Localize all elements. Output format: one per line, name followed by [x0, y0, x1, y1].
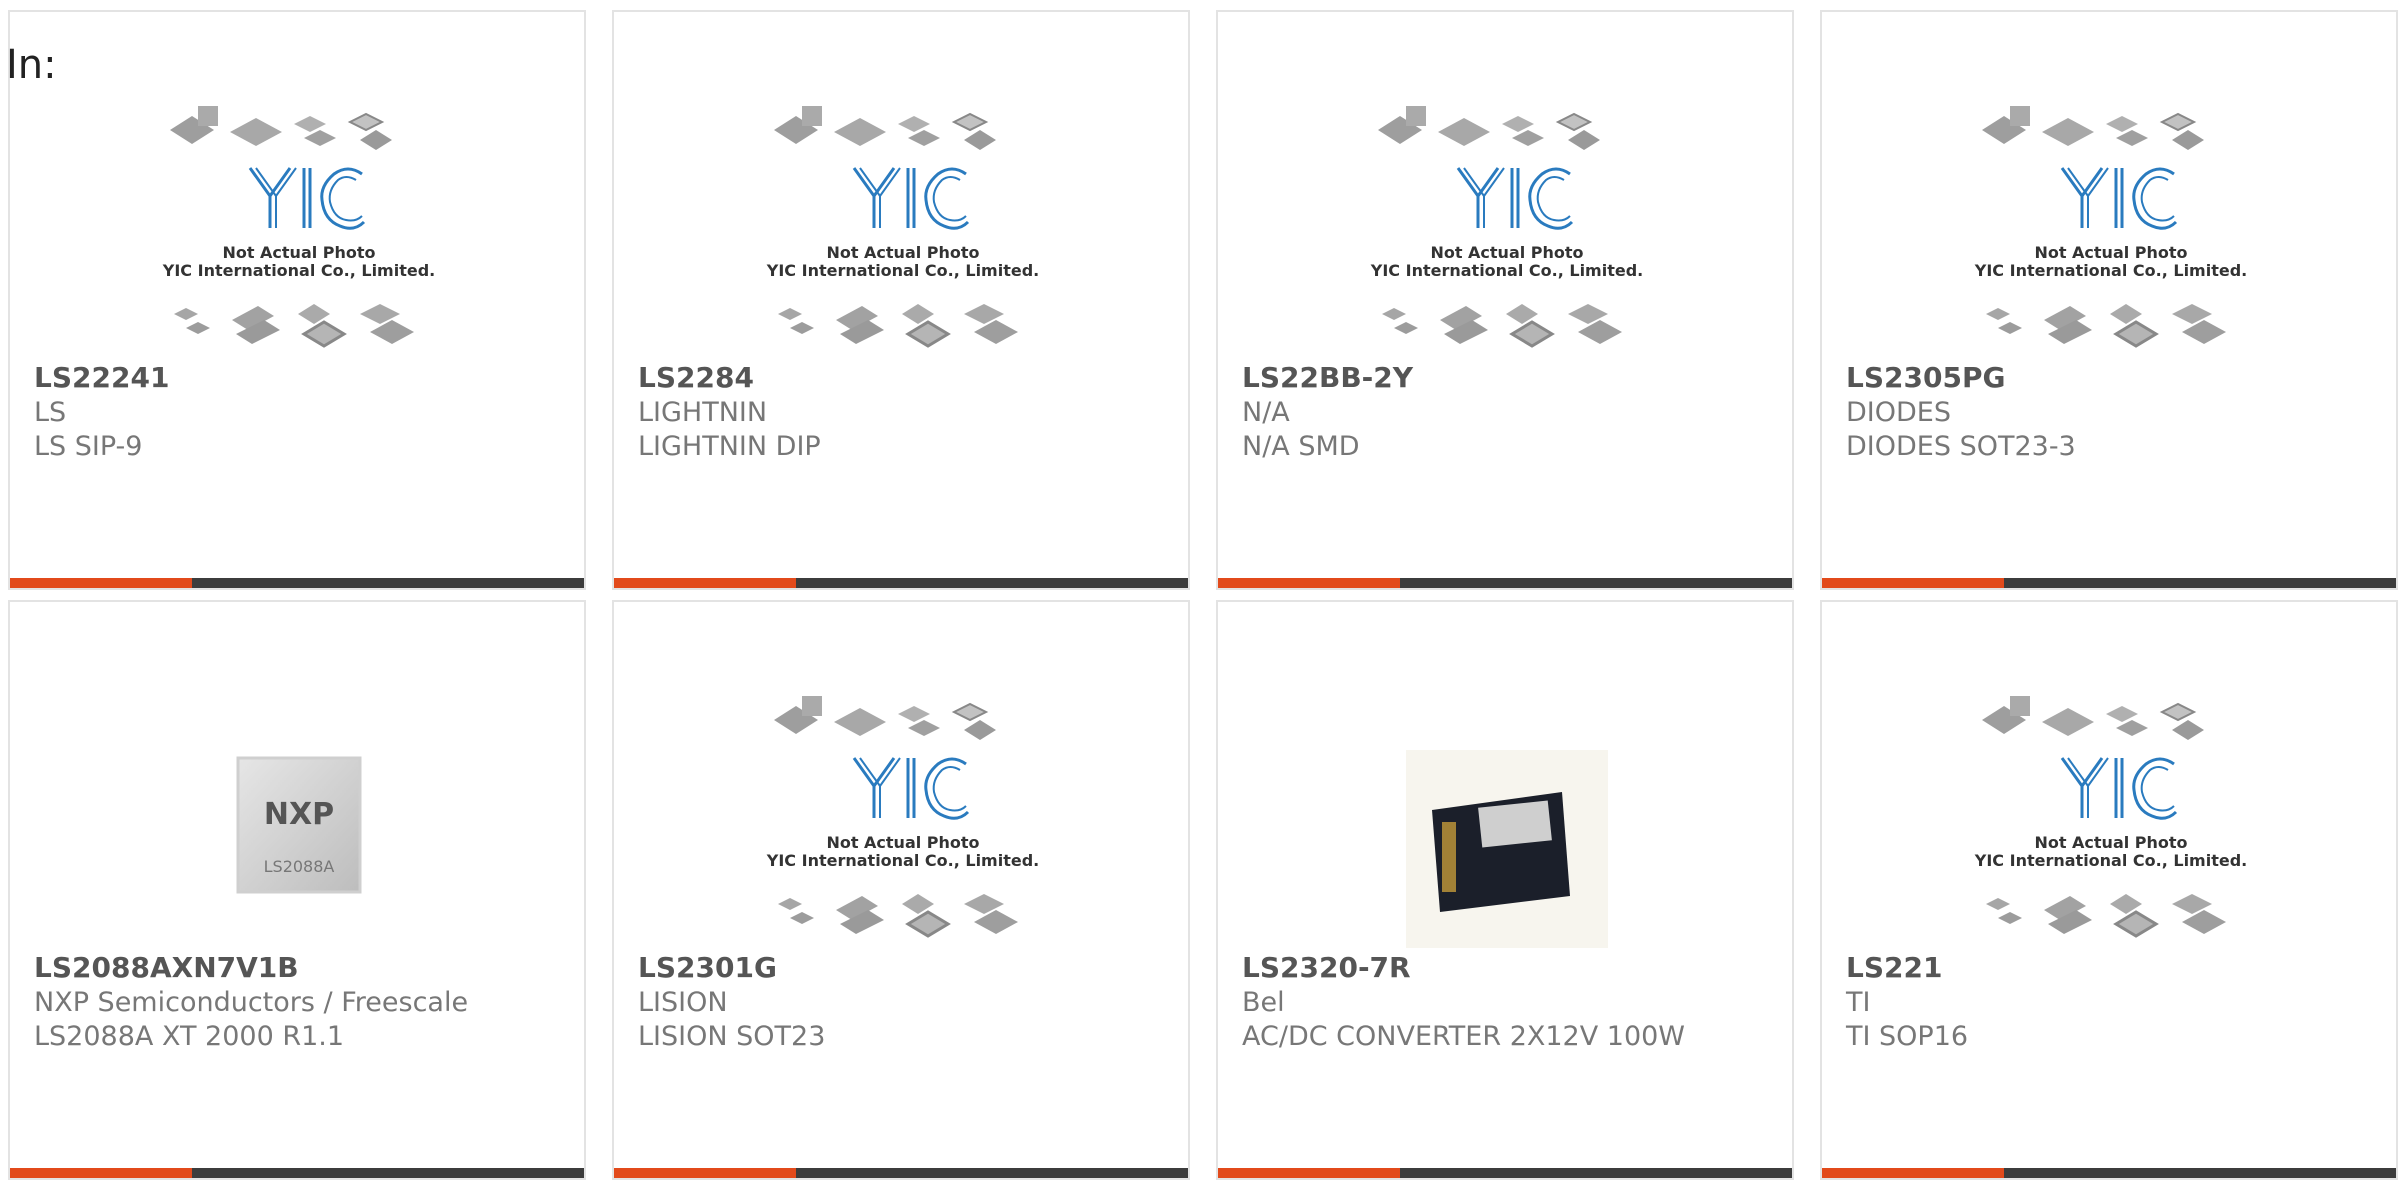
product-card[interactable]: Not Actual Photo YIC International Co., … — [8, 10, 586, 590]
card-footer-bar — [1218, 1168, 1792, 1178]
placeholder-line2: YIC International Co., Limited. — [766, 261, 1039, 280]
card-accent-bar — [10, 578, 192, 588]
product-image[interactable]: Not Actual Photo YIC International Co., … — [614, 682, 1190, 952]
part-description: LS2088A XT 2000 R1.1 — [34, 1021, 345, 1052]
card-footer-bar — [10, 578, 584, 588]
card-accent-bar — [1218, 578, 1400, 588]
part-description: LIGHTNIN DIP — [638, 431, 821, 462]
placeholder-line1: Not Actual Photo — [222, 243, 375, 262]
part-description: LS SIP-9 — [34, 431, 143, 462]
product-image[interactable]: Not Actual Photo YIC International Co., … — [1218, 92, 1794, 362]
card-accent-bar — [1822, 578, 2004, 588]
brand-name: NXP Semiconductors / Freescale — [34, 987, 469, 1018]
part-number[interactable]: LS2088AXN7V1B — [34, 951, 299, 985]
in-label: In: — [6, 42, 57, 88]
card-accent-bar — [1822, 1168, 2004, 1178]
part-number[interactable]: LS22241 — [34, 361, 169, 395]
part-description: LISION SOT23 — [638, 1021, 826, 1052]
placeholder-line1: Not Actual Photo — [1430, 243, 1583, 262]
brand-name: LS — [34, 397, 67, 428]
brand-name: Bel — [1242, 987, 1285, 1018]
chip-logo-text: NXP — [264, 797, 334, 832]
product-image[interactable] — [1218, 682, 1794, 952]
part-description: N/A SMD — [1242, 431, 1360, 462]
part-number[interactable]: LS2284 — [638, 361, 754, 395]
placeholder-line2: YIC International Co., Limited. — [162, 261, 435, 280]
brand-name: N/A — [1242, 397, 1290, 428]
product-card[interactable]: NXP LS2088A LS2088AXN7V1B NXP Semiconduc… — [8, 600, 586, 1180]
placeholder-line1: Not Actual Photo — [826, 833, 979, 852]
card-accent-bar — [10, 1168, 192, 1178]
card-footer-bar — [10, 1168, 584, 1178]
product-card[interactable]: Not Actual Photo YIC International Co., … — [1216, 10, 1794, 590]
product-card[interactable]: Not Actual Photo YIC International Co., … — [1820, 10, 2398, 590]
placeholder-line1: Not Actual Photo — [2034, 833, 2187, 852]
chip-marking-text: LS2088A — [264, 857, 335, 876]
placeholder-line2: YIC International Co., Limited. — [1370, 261, 1643, 280]
brand-name: TI — [1846, 987, 1871, 1018]
product-card[interactable]: Not Actual Photo YIC International Co., … — [612, 600, 1190, 1180]
part-description: AC/DC CONVERTER 2X12V 100W — [1242, 1021, 1686, 1052]
part-description: TI SOP16 — [1846, 1021, 1969, 1052]
product-image[interactable]: NXP LS2088A — [10, 682, 586, 952]
placeholder-line2: YIC International Co., Limited. — [1974, 851, 2247, 870]
card-accent-bar — [1218, 1168, 1400, 1178]
placeholder-line1: Not Actual Photo — [2034, 243, 2187, 262]
card-footer-bar — [614, 578, 1188, 588]
product-card[interactable]: Not Actual Photo YIC International Co., … — [1820, 600, 2398, 1180]
placeholder-line1: Not Actual Photo — [826, 243, 979, 262]
card-accent-bar — [614, 1168, 796, 1178]
product-image[interactable]: Not Actual Photo YIC International Co., … — [1822, 92, 2398, 362]
part-number[interactable]: LS2320-7R — [1242, 951, 1411, 985]
part-number[interactable]: LS2301G — [638, 951, 777, 985]
part-number[interactable]: LS22BB-2Y — [1242, 361, 1413, 395]
product-card[interactable]: LS2320-7R Bel AC/DC CONVERTER 2X12V 100W — [1216, 600, 1794, 1180]
part-description: DIODES SOT23-3 — [1846, 431, 2076, 462]
product-image[interactable]: Not Actual Photo YIC International Co., … — [10, 92, 586, 362]
card-footer-bar — [614, 1168, 1188, 1178]
brand-name: LIGHTNIN — [638, 397, 768, 428]
card-footer-bar — [1822, 1168, 2396, 1178]
brand-name: LISION — [638, 987, 728, 1018]
card-footer-bar — [1822, 578, 2396, 588]
part-number[interactable]: LS2305PG — [1846, 361, 2005, 395]
brand-name: DIODES — [1846, 397, 1951, 428]
product-card[interactable]: Not Actual Photo YIC International Co., … — [612, 10, 1190, 590]
placeholder-line2: YIC International Co., Limited. — [766, 851, 1039, 870]
card-accent-bar — [614, 578, 796, 588]
product-image[interactable]: Not Actual Photo YIC International Co., … — [1822, 682, 2398, 952]
placeholder-line2: YIC International Co., Limited. — [1974, 261, 2247, 280]
part-number[interactable]: LS221 — [1846, 951, 1942, 985]
card-footer-bar — [1218, 578, 1792, 588]
product-image[interactable]: Not Actual Photo YIC International Co., … — [614, 92, 1190, 362]
